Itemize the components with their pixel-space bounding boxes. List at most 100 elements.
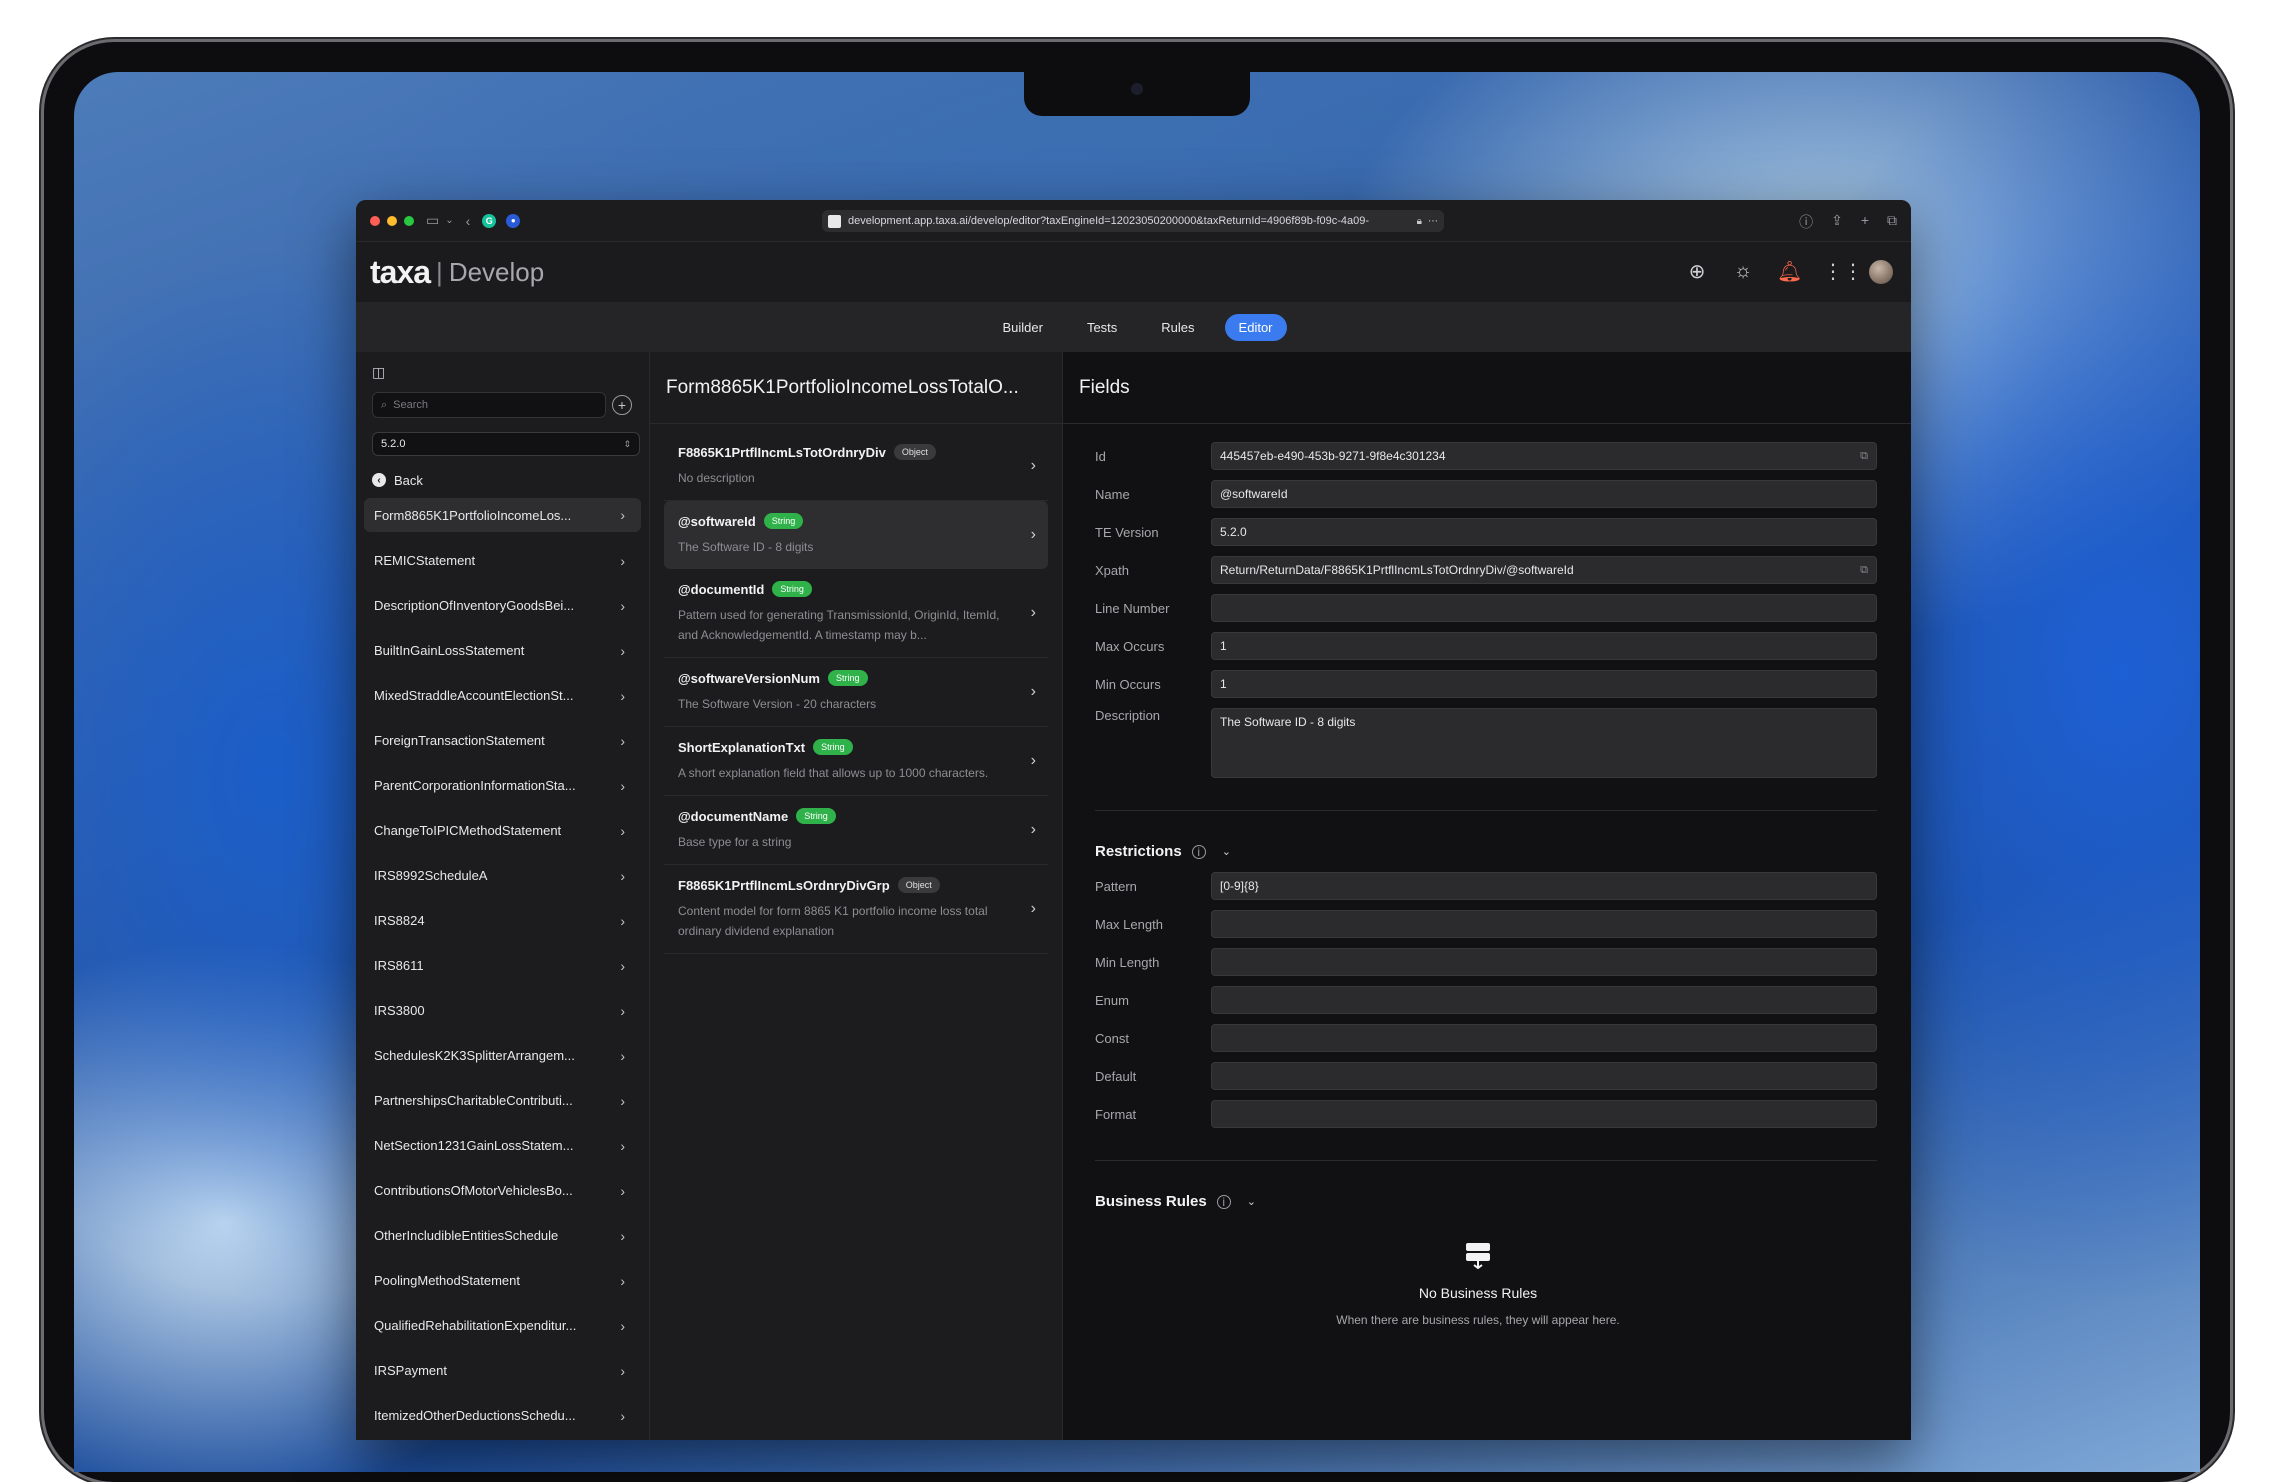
chevron-down-icon[interactable]: ⌄ xyxy=(1222,845,1231,858)
chevron-down-icon[interactable]: ⌄ xyxy=(445,215,453,226)
sidebar-item[interactable]: ChangeToIPICMethodStatement › xyxy=(364,808,641,853)
search-input[interactable]: ⌕ Search xyxy=(372,392,606,418)
field-label: Min Occurs xyxy=(1095,676,1161,692)
add-circle-icon[interactable]: ⊕ xyxy=(1685,259,1709,284)
sidebar-item[interactable]: OtherIncludibleEntitiesSchedule › xyxy=(364,1213,641,1258)
share-icon[interactable]: ⇪ xyxy=(1831,212,1843,232)
close-window-button[interactable] xyxy=(370,215,380,226)
field-input[interactable] xyxy=(1211,1062,1877,1090)
sidebar-item[interactable]: ParentCorporationInformationSta... › xyxy=(364,763,641,808)
sidebar-item[interactable]: IRS8824 › xyxy=(364,898,641,943)
field-input[interactable]: Return/ReturnData/F8865K1PrtflIncmLsTotO… xyxy=(1211,556,1877,584)
tab-builder[interactable]: Builder xyxy=(988,314,1056,341)
updown-chevron-icon: ⇕ xyxy=(623,438,631,449)
element-list-item[interactable]: @documentName String Base type for a strin… xyxy=(664,796,1048,865)
field-row: Xpath Return/ReturnData/F8865K1PrtflIncmL… xyxy=(1095,556,1877,584)
tab-editor[interactable]: Editor xyxy=(1224,313,1287,341)
sidebar-item[interactable]: NetSection1231GainLossStatem... › xyxy=(364,1123,641,1168)
restriction-row: Min Length xyxy=(1095,948,1877,976)
search-row: ⌕ Search + xyxy=(372,392,641,418)
field-input[interactable]: @softwareId xyxy=(1211,480,1877,508)
back-button[interactable]: ‹ Back xyxy=(372,470,641,490)
element-list-item[interactable]: F8865K1PrtflIncmLsTotOrdnryDiv Object No d… xyxy=(664,432,1048,501)
minimize-window-button[interactable] xyxy=(387,215,397,226)
chevron-right-icon: › xyxy=(620,912,625,929)
description-textarea[interactable]: The Software ID - 8 digits xyxy=(1211,708,1877,778)
panel-toggle-icon[interactable]: ◫ xyxy=(372,364,641,380)
sidebar-item-label: ContributionsOfMotorVehiclesBo... xyxy=(374,1183,573,1198)
field-input[interactable]: [0-9]{8} xyxy=(1211,872,1877,900)
element-list: F8865K1PrtflIncmLsTotOrdnryDiv Object No d… xyxy=(650,424,1062,954)
sidebar-item[interactable]: QualifiedRehabilitationExpenditur... › xyxy=(364,1303,641,1348)
tab-rules[interactable]: Rules xyxy=(1147,314,1208,341)
sidebar-item[interactable]: PoolingMethodStatement › xyxy=(364,1258,641,1303)
password-extension-icon[interactable]: ● xyxy=(506,213,521,228)
chevron-right-icon: › xyxy=(1030,457,1036,474)
sidebar-item[interactable]: IRS3800 › xyxy=(364,988,641,1033)
field-label: Enum xyxy=(1095,992,1129,1008)
sidebar-toggle-icon[interactable]: ▭ xyxy=(426,212,439,229)
sidebar-item[interactable]: IRS8992ScheduleA › xyxy=(364,853,641,898)
tab-tests[interactable]: Tests xyxy=(1073,314,1131,341)
element-list-item[interactable]: F8865K1PrtflIncmLsOrdnryDivGrp Object Cont… xyxy=(664,865,1048,954)
field-label: Id xyxy=(1095,448,1106,464)
copy-icon[interactable]: ⧉ xyxy=(1860,450,1868,463)
field-input[interactable]: 1 xyxy=(1211,670,1877,698)
info-icon[interactable]: i xyxy=(1216,1194,1231,1209)
sidebar-item[interactable]: ForeignTransactionStatement › xyxy=(364,718,641,763)
field-input[interactable]: 445457eb-e490-453b-9271-9f8e4c301234 ⧉ xyxy=(1211,442,1877,470)
sidebar-item[interactable]: IRSPayment › xyxy=(364,1348,641,1393)
more-icon[interactable]: ⋯ xyxy=(1428,216,1438,227)
grammarly-extension-icon[interactable]: G xyxy=(482,213,497,228)
sidebar-item-label: ForeignTransactionStatement xyxy=(374,733,545,748)
notification-bell-icon[interactable]: 🔔︎ xyxy=(1777,259,1802,284)
field-input[interactable] xyxy=(1211,948,1877,976)
field-input[interactable] xyxy=(1211,1024,1877,1052)
element-list-item[interactable]: @documentId String Pattern used for genera… xyxy=(664,569,1048,658)
privacy-report-icon[interactable]: ⓘ xyxy=(1799,212,1813,232)
field-input[interactable]: 1 xyxy=(1211,632,1877,660)
zoom-window-button[interactable] xyxy=(404,215,414,226)
back-arrow-icon[interactable]: ‹ xyxy=(466,213,471,229)
theme-sun-icon[interactable]: ☼ xyxy=(1731,260,1755,283)
field-input[interactable] xyxy=(1211,986,1877,1014)
add-item-button[interactable]: + xyxy=(612,395,632,415)
restrictions-header[interactable]: Restrictions i ⌄ xyxy=(1079,843,1877,860)
element-list-item[interactable]: ShortExplanationTxt String A short explana… xyxy=(664,727,1048,796)
url-text: development.app.taxa.ai/develop/editor?t… xyxy=(848,215,1370,227)
tab-overview-icon[interactable]: ⧉ xyxy=(1887,212,1897,232)
sidebar-item[interactable]: DescriptionOfInventoryGoodsBei... › xyxy=(364,583,641,628)
sidebar-item[interactable]: ItemizedOtherDeductionsSchedu... › xyxy=(364,1393,641,1438)
sidebar-item[interactable]: ContributionsOfMotorVehiclesBo... › xyxy=(364,1168,641,1213)
field-label: Name xyxy=(1095,486,1130,502)
field-input[interactable] xyxy=(1211,594,1877,622)
user-avatar[interactable] xyxy=(1869,259,1893,284)
sidebar-item[interactable]: PartnershipsCharitableContributi... › xyxy=(364,1078,641,1123)
element-list-item[interactable]: @softwareVersionNum String The Software Ve… xyxy=(664,658,1048,727)
back-label: Back xyxy=(394,472,423,488)
chevron-down-icon[interactable]: ⌄ xyxy=(1247,1195,1256,1208)
field-input[interactable] xyxy=(1211,910,1877,938)
business-rules-header[interactable]: Business Rules i ⌄ xyxy=(1079,1193,1877,1210)
copy-icon[interactable]: ⧉ xyxy=(1860,564,1868,577)
sidebar-item[interactable]: REMICStatement › xyxy=(364,538,641,583)
taxa-logo[interactable]: taxa xyxy=(370,254,431,291)
sidebar-item[interactable]: IRS8611 › xyxy=(364,943,641,988)
field-input[interactable]: 5.2.0 xyxy=(1211,518,1877,546)
address-bar[interactable]: development.app.taxa.ai/develop/editor?t… xyxy=(822,210,1444,232)
sidebar-item[interactable]: MixedStraddleAccountElectionSt... › xyxy=(364,673,641,718)
apps-grid-icon[interactable]: ⋮⋮ xyxy=(1823,259,1863,284)
chevron-right-icon: › xyxy=(620,867,625,884)
new-tab-icon[interactable]: + xyxy=(1861,212,1869,232)
sidebar-item-label: IRS8824 xyxy=(374,913,425,928)
info-icon[interactable]: i xyxy=(1191,844,1206,859)
sidebar-item[interactable]: SchedulesK2K3SplitterArrangem... › xyxy=(364,1033,641,1078)
element-name-row: @documentName String xyxy=(678,808,1008,824)
field-input[interactable] xyxy=(1211,1100,1877,1128)
logo-divider: | xyxy=(436,256,443,287)
element-item-body: ShortExplanationTxt String A short explana… xyxy=(678,739,1008,783)
version-select[interactable]: 5.2.0 ⇕ xyxy=(372,432,640,456)
sidebar-item[interactable]: Form8865K1PortfolioIncomeLos... › xyxy=(364,498,641,532)
sidebar-item[interactable]: BuiltInGainLossStatement › xyxy=(364,628,641,673)
element-list-item[interactable]: @softwareId String The Software ID - 8 dig… xyxy=(664,501,1048,569)
